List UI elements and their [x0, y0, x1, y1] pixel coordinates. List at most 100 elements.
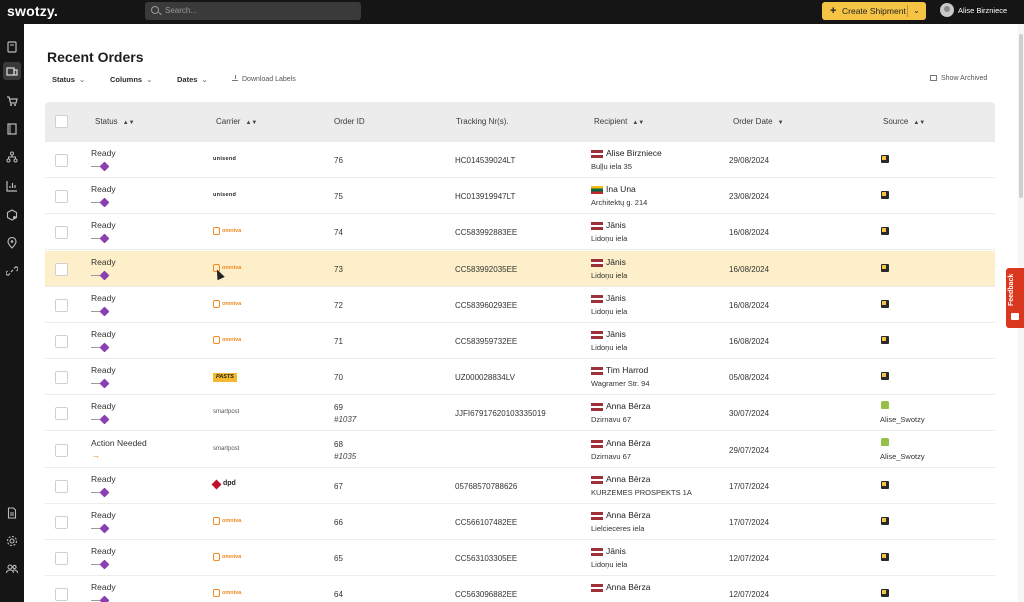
- row-checkbox[interactable]: [55, 588, 68, 602]
- table-row[interactable]: Ready omniva 65 CC563103305EE Jānis Lidoņu ie…: [45, 540, 995, 577]
- order-id[interactable]: 68: [334, 440, 343, 449]
- chart-icon[interactable]: [6, 179, 18, 192]
- select-all-checkbox[interactable]: [55, 115, 68, 128]
- row-checkbox[interactable]: [55, 335, 68, 348]
- row-checkbox[interactable]: [55, 226, 68, 240]
- status-text: Ready: [91, 220, 116, 231]
- app-logo[interactable]: swotzy.: [7, 3, 58, 19]
- order-id[interactable]: 72: [334, 301, 343, 310]
- table-row[interactable]: Ready omniva 73 CC583992035EE Jānis Lidoņu ie…: [45, 250, 995, 287]
- archive-icon: [930, 75, 937, 81]
- flag-lv-icon: [591, 439, 603, 448]
- order-id[interactable]: 64: [334, 590, 343, 599]
- tracking-number[interactable]: CC583959732EE: [455, 337, 517, 346]
- columns-filter[interactable]: Columns ⌄: [110, 75, 152, 84]
- tracking-number[interactable]: 05768570788626: [455, 482, 517, 491]
- link-icon[interactable]: [5, 264, 19, 276]
- row-checkbox[interactable]: [55, 154, 68, 167]
- recipient-name: Jānis: [606, 329, 626, 339]
- tracking-number[interactable]: JJFI67917620103335019: [455, 409, 546, 418]
- dates-filter[interactable]: Dates ⌄: [177, 75, 208, 84]
- feedback-button[interactable]: Feedback: [1006, 268, 1024, 328]
- column-order-date[interactable]: Order Date ▼: [733, 117, 784, 126]
- ready-status-icon: [91, 233, 110, 244]
- order-id[interactable]: 74: [334, 228, 343, 237]
- order-id[interactable]: 70: [334, 373, 343, 382]
- chevron-down-icon: ⌄: [201, 75, 208, 84]
- flag-lv-icon: [591, 584, 603, 593]
- column-carrier[interactable]: Carrier ▲▼: [216, 117, 257, 126]
- recipient-name: Jānis: [606, 220, 626, 231]
- row-checkbox[interactable]: [55, 262, 68, 276]
- row-checkbox[interactable]: [55, 443, 68, 457]
- location-icon[interactable]: [6, 236, 18, 249]
- row-checkbox[interactable]: [55, 479, 68, 493]
- tracking-number[interactable]: CC583960293EE: [455, 301, 517, 310]
- users-icon[interactable]: [5, 562, 19, 574]
- order-id[interactable]: 73: [334, 265, 343, 274]
- search-input[interactable]: Search...: [145, 2, 361, 20]
- recipient-name: Anna Bērza: [606, 582, 651, 593]
- book-icon[interactable]: [6, 122, 18, 135]
- tracking-number[interactable]: CC563096882EE: [455, 590, 517, 599]
- carrier-name: omniva: [222, 554, 242, 561]
- row-checkbox[interactable]: [55, 298, 68, 312]
- recipient-address: Lidoņu iela: [591, 234, 628, 244]
- tracking-number[interactable]: HC013919947LT: [455, 192, 515, 201]
- order-id[interactable]: 71: [334, 337, 343, 346]
- download-labels-button[interactable]: Download Labels: [232, 75, 296, 83]
- user-name[interactable]: Alise Birzniece: [958, 6, 1007, 15]
- order-id[interactable]: 65: [334, 554, 343, 563]
- tracking-number[interactable]: CC583992035EE: [455, 265, 517, 274]
- row-checkbox[interactable]: [55, 371, 68, 385]
- network-icon[interactable]: [6, 150, 18, 163]
- row-checkbox[interactable]: [55, 407, 68, 421]
- order-id[interactable]: 66: [334, 518, 343, 527]
- scrollbar-thumb[interactable]: [1019, 34, 1023, 198]
- status-filter[interactable]: Status ⌄: [52, 75, 85, 84]
- recipient-address: Lidoņu iela: [591, 306, 628, 316]
- tracking-number[interactable]: CC566107482EE: [455, 518, 517, 527]
- flag-lv-icon: [591, 331, 603, 339]
- row-checkbox[interactable]: [55, 190, 68, 204]
- order-date: 12/07/2024: [729, 554, 770, 564]
- column-tracking-label: Tracking Nr(s).: [456, 117, 509, 126]
- carrier-name: omniva: [222, 337, 242, 343]
- document-icon[interactable]: [6, 506, 18, 519]
- order-id[interactable]: 67: [334, 482, 343, 491]
- cart-icon[interactable]: [6, 94, 18, 106]
- pages-icon[interactable]: [6, 40, 18, 53]
- table-row[interactable]: Ready dpd 67 05768570788626 Anna Bērza KURZEM…: [45, 468, 995, 504]
- table-row[interactable]: Ready omniva 74 CC583992883EE Jānis Lidoņu ie…: [45, 214, 995, 251]
- order-id[interactable]: 69: [334, 403, 343, 412]
- table-row[interactable]: Ready PASTS 70 UZ000028834LV Tim Harrod Wagra…: [45, 359, 995, 396]
- column-status[interactable]: Status ▲▼: [95, 117, 135, 126]
- row-checkbox[interactable]: [55, 552, 68, 566]
- table-row[interactable]: Ready smartpost 69 #1037 JJFI679176201033350…: [45, 395, 995, 432]
- tracking-number[interactable]: UZ000028834LV: [455, 373, 515, 382]
- column-source[interactable]: Source ▲▼: [883, 117, 925, 126]
- table-row[interactable]: Ready omniva 71 CC583959732EE Jānis Lidoņu ie…: [45, 323, 995, 359]
- table-row[interactable]: Action Needed → smartpost 68 #1035 Anna Bērza…: [45, 432, 995, 468]
- show-archived-button[interactable]: Show Archived: [930, 75, 987, 82]
- table-row[interactable]: Ready omniva 66 CC566107482EE Anna Bērza Liel…: [45, 504, 995, 540]
- tracking-number[interactable]: CC583992883EE: [455, 228, 517, 237]
- box-settings-icon[interactable]: [6, 208, 18, 221]
- status-text: Action Needed: [91, 437, 147, 448]
- shipments-icon[interactable]: [3, 62, 21, 80]
- settings-icon[interactable]: [6, 534, 18, 547]
- chevron-down-icon[interactable]: ⌄: [913, 2, 920, 20]
- table-row[interactable]: Ready unisend 76 HC014539024LT Alise Birznie…: [45, 142, 995, 178]
- table-row[interactable]: Ready omniva 64 CC563096882EE Anna Bērza 12/0…: [45, 576, 995, 602]
- tracking-number[interactable]: CC563103305EE: [455, 554, 517, 563]
- table-row[interactable]: Ready unisend 75 HC013919947LT Ina Una Archit…: [45, 178, 995, 215]
- avatar[interactable]: [940, 3, 954, 17]
- order-id[interactable]: 75: [334, 192, 343, 201]
- row-checkbox[interactable]: [55, 516, 68, 529]
- column-recipient[interactable]: Recipient ▲▼: [594, 117, 644, 126]
- tracking-number[interactable]: HC014539024LT: [455, 156, 515, 165]
- create-shipment-button[interactable]: + Create Shipment ⌄: [822, 2, 926, 20]
- table-row[interactable]: Ready omniva 72 CC583960293EE Jānis Lidoņu ie…: [45, 287, 995, 323]
- order-id[interactable]: 76: [334, 156, 343, 165]
- carrier-logo: dpd: [211, 479, 236, 490]
